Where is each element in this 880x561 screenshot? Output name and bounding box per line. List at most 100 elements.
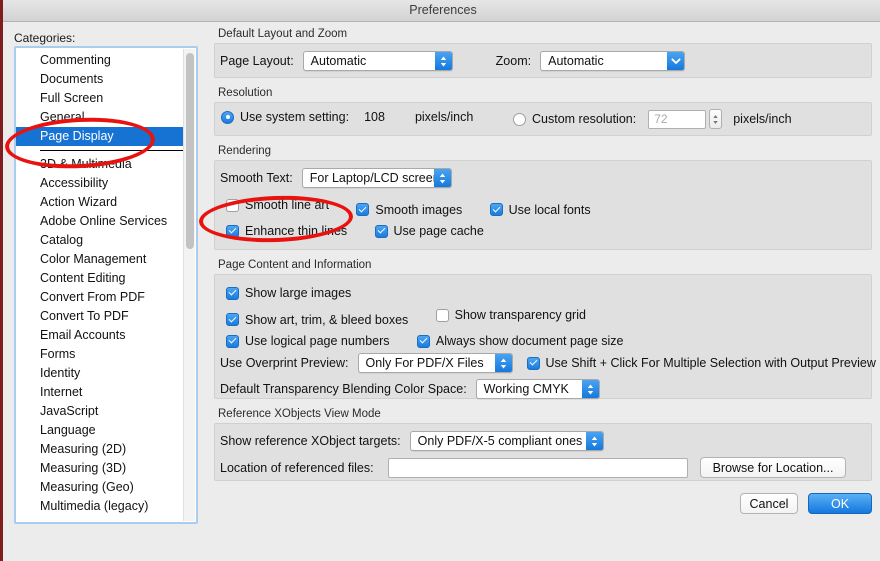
use-local-fonts-checkbox-row[interactable]: Use local fonts: [489, 202, 591, 217]
custom-resolution-input[interactable]: 72: [648, 109, 707, 129]
sidebar-item-forms[interactable]: Forms: [16, 345, 186, 364]
shift-click-multiple-selection-label: Use Shift + Click For Multiple Selection…: [545, 356, 876, 370]
blending-color-space-select[interactable]: Working CMYK: [475, 379, 600, 399]
use-page-cache-label: Use page cache: [393, 224, 484, 238]
smooth-text-label: Smooth Text:: [220, 171, 293, 185]
page-content-group: Show large images Show art, trim, & blee…: [214, 274, 876, 399]
sidebar-item-general[interactable]: General: [16, 108, 186, 127]
sidebar-item-catalog[interactable]: Catalog: [16, 231, 186, 250]
blending-color-space-value: Working CMYK: [483, 382, 569, 396]
use-system-setting-radio[interactable]: [221, 110, 234, 124]
reference-xobject-targets-value: Only PDF/X-5 compliant ones: [417, 434, 583, 448]
sidebar-item-measuring-2d[interactable]: Measuring (2D): [16, 440, 186, 459]
zoom-label: Zoom:: [495, 54, 532, 68]
location-of-referenced-files-label: Location of referenced files:: [220, 460, 374, 475]
sidebar-item-language[interactable]: Language: [16, 421, 186, 440]
sidebar-item-convert-from-pdf[interactable]: Convert From PDF: [16, 288, 186, 307]
sidebar-item-javascript[interactable]: JavaScript: [16, 402, 186, 421]
categories-list[interactable]: Commenting Documents Full Screen General Pag…: [14, 46, 198, 524]
show-large-images-checkbox-row[interactable]: Show large images: [226, 286, 351, 300]
preferences-window: Preferences Categories: Commenting Docume…: [0, 0, 880, 561]
ok-button[interactable]: OK: [808, 493, 872, 514]
use-logical-page-numbers-checkbox-row[interactable]: Use logical page numbers: [226, 334, 390, 348]
resolution-group: Use system setting: 108 pixels/inch Cust…: [214, 102, 872, 136]
use-page-cache-checkbox-row[interactable]: Use page cache: [374, 224, 484, 238]
use-local-fonts-checkbox[interactable]: [489, 203, 503, 216]
always-show-page-size-checkbox-row[interactable]: Always show document page size: [416, 334, 624, 348]
browse-for-location-button[interactable]: Browse for Location...: [699, 457, 847, 478]
enhance-thin-lines-label: Enhance thin lines: [245, 224, 348, 238]
enhance-thin-lines-checkbox-row[interactable]: Enhance thin lines: [226, 224, 347, 238]
reference-xobjects-group: Show reference XObject targets: Only PDF…: [214, 423, 872, 481]
shift-click-multiple-selection-checkbox[interactable]: [526, 356, 540, 370]
preferences-main-panel: Default Layout and Zoom Page Layout: Aut…: [214, 28, 876, 517]
zoom-select[interactable]: Automatic: [540, 51, 686, 71]
sidebar-item-3d-multimedia[interactable]: 3D & Multimedia: [16, 155, 186, 174]
page-layout-label: Page Layout:: [220, 54, 294, 68]
custom-resolution-label: Custom resolution:: [532, 112, 637, 126]
show-art-trim-bleed-boxes-checkbox[interactable]: [226, 313, 239, 326]
sidebar-item-measuring-geo[interactable]: Measuring (Geo): [16, 478, 186, 497]
system-resolution-units: pixels/inch: [414, 110, 474, 124]
categories-label: Categories:: [14, 31, 76, 45]
sidebar-item-action-wizard[interactable]: Action Wizard: [16, 193, 186, 212]
show-large-images-label: Show large images: [245, 286, 352, 300]
sidebar-item-internet[interactable]: Internet: [16, 383, 186, 402]
use-local-fonts-label: Use local fonts: [508, 202, 591, 217]
layout-zoom-group: Page Layout: Automatic Zoom: Automatic: [214, 43, 872, 78]
cancel-button[interactable]: Cancel: [740, 493, 798, 514]
reference-xobject-targets-select[interactable]: Only PDF/X-5 compliant ones: [409, 431, 604, 451]
always-show-document-page-size-label: Always show document page size: [435, 334, 624, 348]
updown-chevron-icon: [434, 52, 452, 70]
updown-chevron-icon: [581, 380, 599, 398]
sidebar-item-convert-to-pdf[interactable]: Convert To PDF: [16, 307, 186, 326]
custom-resolution-stepper[interactable]: [709, 109, 723, 129]
use-page-cache-checkbox[interactable]: [374, 224, 388, 238]
sidebar-item-measuring-3d[interactable]: Measuring (3D): [16, 459, 186, 478]
smooth-line-art-label: Smooth line art: [245, 198, 330, 212]
categories-scrollbar[interactable]: [183, 49, 195, 521]
page-layout-select[interactable]: Automatic: [302, 51, 453, 71]
overprint-preview-select[interactable]: Only For PDF/X Files: [357, 353, 513, 373]
sidebar-item-adobe-online-services[interactable]: Adobe Online Services: [16, 212, 186, 231]
show-transparency-grid-checkbox[interactable]: [435, 308, 449, 322]
show-boxes-checkbox-row[interactable]: Show art, trim, & bleed boxes: [226, 313, 408, 327]
smooth-images-checkbox[interactable]: [356, 203, 370, 216]
sidebar-item-full-screen[interactable]: Full Screen: [16, 89, 186, 108]
smooth-images-checkbox-row[interactable]: Smooth images: [356, 203, 462, 217]
custom-resolution-radio[interactable]: [513, 112, 526, 126]
page-layout-value: Automatic: [310, 54, 367, 68]
window-title: Preferences: [409, 3, 477, 17]
use-system-setting-label: Use system setting:: [240, 110, 350, 124]
always-show-document-page-size-checkbox[interactable]: [416, 334, 430, 348]
show-large-images-checkbox[interactable]: [226, 286, 239, 300]
enhance-thin-lines-checkbox[interactable]: [226, 224, 239, 238]
blending-color-space-label: Default Transparency Blending Color Spac…: [220, 382, 467, 396]
sidebar-item-documents[interactable]: Documents: [16, 70, 186, 89]
categories-scrollbar-thumb[interactable]: [186, 53, 194, 249]
sidebar-item-accessibility[interactable]: Accessibility: [16, 174, 186, 193]
sidebar-item-multimedia-legacy[interactable]: Multimedia (legacy): [16, 497, 186, 516]
smooth-text-select[interactable]: For Laptop/LCD screens: [301, 168, 452, 188]
shift-click-checkbox-row[interactable]: Use Shift + Click For Multiple Selection…: [526, 356, 876, 370]
smooth-line-art-checkbox-row[interactable]: Smooth line art: [226, 198, 329, 212]
location-of-referenced-files-input[interactable]: [387, 457, 688, 478]
show-transparency-grid-checkbox-row[interactable]: Show transparency grid: [435, 308, 586, 322]
show-transparency-grid-label: Show transparency grid: [454, 308, 586, 322]
sidebar-item-content-editing[interactable]: Content Editing: [16, 269, 186, 288]
zoom-value: Automatic: [548, 54, 604, 68]
sidebar-item-color-management[interactable]: Color Management: [16, 250, 186, 269]
updown-chevron-icon: [585, 432, 603, 450]
title-bar: Preferences: [3, 0, 880, 22]
use-logical-page-numbers-checkbox[interactable]: [226, 334, 239, 348]
categories-divider: [40, 150, 186, 151]
sidebar-item-identity[interactable]: Identity: [16, 364, 186, 383]
sidebar-item-commenting[interactable]: Commenting: [16, 51, 186, 70]
sidebar-item-email-accounts[interactable]: Email Accounts: [16, 326, 186, 345]
smooth-images-label: Smooth images: [375, 202, 463, 217]
overprint-preview-label: Use Overprint Preview:: [220, 356, 349, 370]
sidebar-item-page-display[interactable]: Page Display: [16, 127, 186, 146]
smooth-line-art-checkbox[interactable]: [226, 198, 239, 212]
rendering-group-title: Rendering: [218, 145, 272, 157]
resolution-group-title: Resolution: [218, 87, 273, 99]
